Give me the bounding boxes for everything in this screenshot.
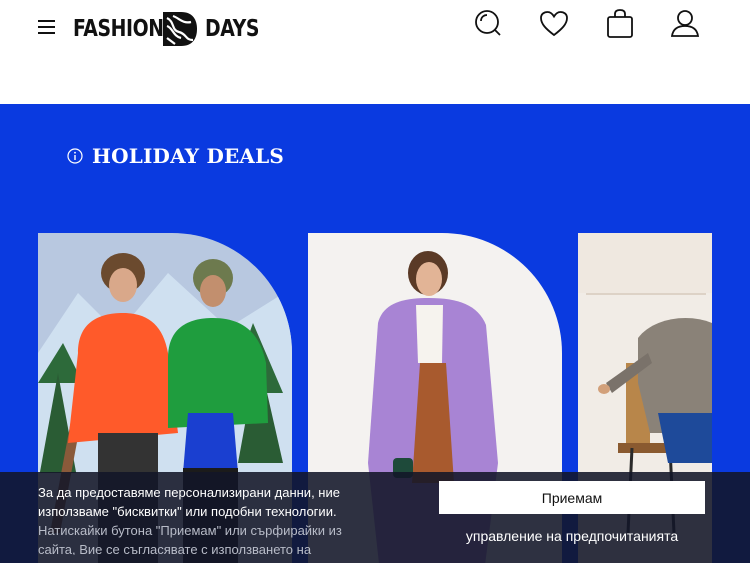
logo-text-left: FASHION — [73, 16, 164, 42]
manage-preferences-link[interactable]: управление на предпочитанията — [439, 528, 705, 544]
info-icon[interactable] — [67, 148, 83, 164]
cookie-text-line: използваме "бисквитки" или подобни техно… — [38, 504, 337, 519]
cookie-consent-banner: За да предоставяме персонализирани данни… — [0, 472, 750, 563]
section-title: HOLIDAY DEALS — [67, 144, 284, 168]
site-header: FASHION DAYS — [0, 0, 750, 104]
cookie-consent-text: За да предоставяме персонализирани данни… — [38, 483, 388, 555]
logo-text-right: DAYS — [205, 16, 260, 42]
cookie-text-line: Натискайки бутона "Приемам" или сърфирай… — [38, 523, 342, 538]
cookie-text-line: За да предоставяме персонализирани данни… — [38, 485, 340, 500]
cookie-text-line: сайта, Вие се съгласявате с използването… — [38, 542, 312, 555]
logo-mark-icon — [163, 12, 197, 46]
user-icon[interactable] — [669, 8, 701, 40]
fashion-days-logo[interactable]: FASHION DAYS — [73, 10, 271, 48]
bag-icon[interactable] — [604, 8, 636, 40]
search-icon[interactable] — [472, 8, 504, 40]
heart-icon[interactable] — [538, 8, 570, 40]
holiday-deals-title: HOLIDAY DEALS — [92, 144, 285, 168]
accept-cookies-button[interactable]: Приемам — [439, 481, 705, 514]
menu-icon[interactable] — [38, 20, 56, 34]
